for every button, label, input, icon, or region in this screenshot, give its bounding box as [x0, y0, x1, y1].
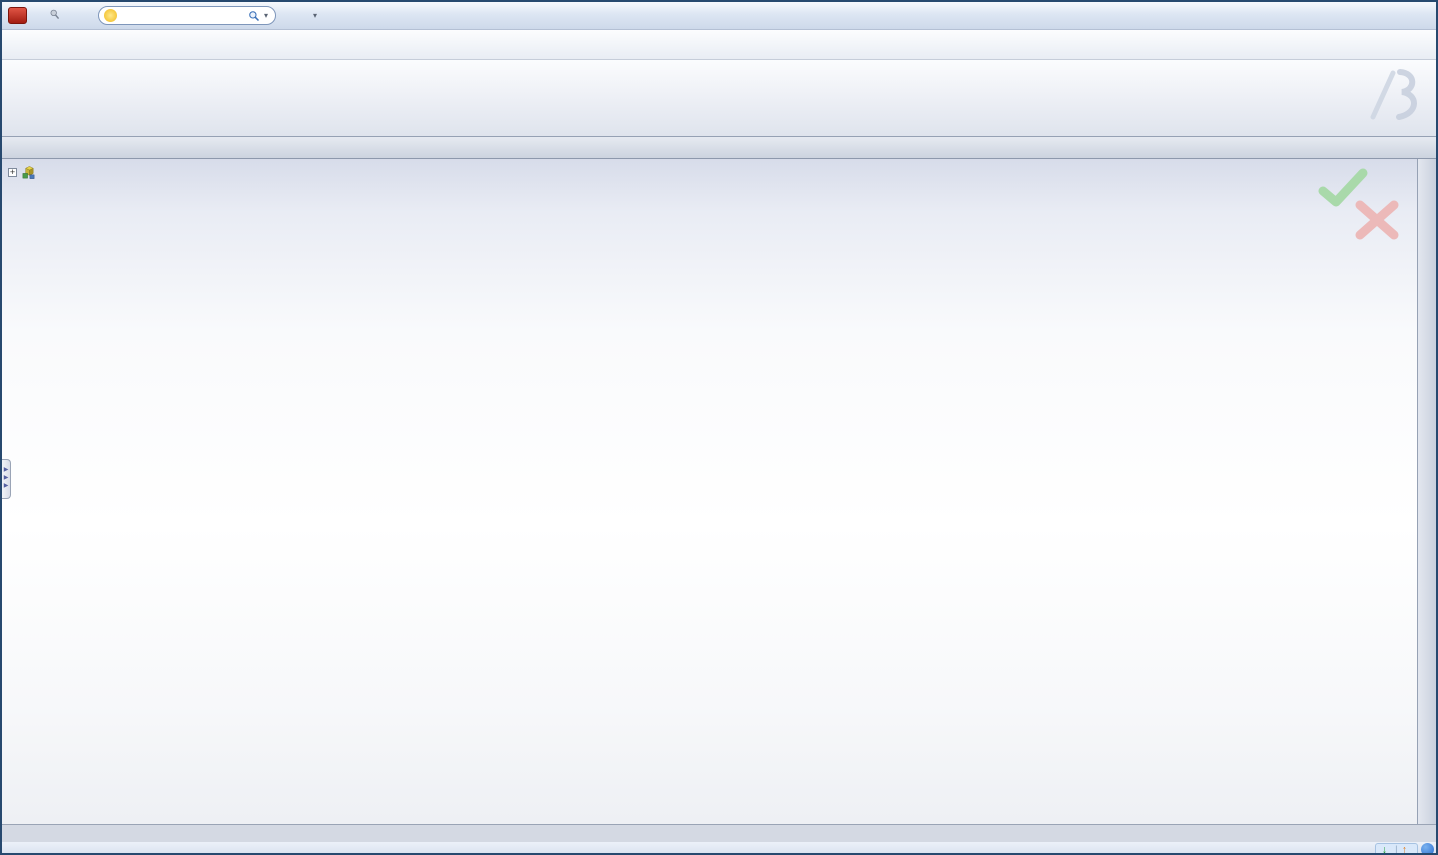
main-area: + ▶ ▶ ▶: [2, 159, 1436, 824]
pin-menu-icon[interactable]: [48, 8, 64, 24]
cancel-button[interactable]: [1353, 199, 1401, 241]
command-tab-row: [2, 137, 1436, 159]
standard-views-toolbar: [2, 30, 1436, 60]
search-dropdown-caret[interactable]: ▾: [264, 11, 268, 20]
task-pane-tab-strip: [1417, 159, 1436, 824]
app-logo: [6, 7, 40, 24]
solidworks-logo-icon: [8, 7, 27, 24]
download-arrow-icon: ↓: [1381, 843, 1388, 855]
titlebar-controls: ▾: [286, 7, 322, 24]
help-dropdown-caret[interactable]: ▾: [313, 11, 317, 20]
help-balloon-icon: [104, 9, 117, 22]
viewport-3d-model[interactable]: [2, 159, 1417, 824]
assembly-icon: [21, 165, 36, 180]
network-speed-indicator: ↓ | ↑: [1374, 842, 1418, 855]
upload-arrow-icon: ↑: [1401, 843, 1407, 855]
graphics-viewport[interactable]: + ▶ ▶ ▶: [2, 159, 1417, 824]
help-search-box[interactable]: ▾: [98, 6, 276, 25]
status-bar: ↓ | ↑: [2, 842, 1436, 855]
model-tab-bar: [2, 824, 1436, 842]
browser-tray-icon[interactable]: [1421, 843, 1434, 853]
feature-tree-root-node[interactable]: +: [8, 165, 40, 180]
help-button[interactable]: [286, 7, 310, 24]
tree-expand-icon[interactable]: +: [8, 168, 17, 177]
search-icon[interactable]: [248, 10, 260, 22]
command-manager-ribbon: [2, 60, 1436, 137]
title-bar: ▾ ▾: [2, 2, 1436, 30]
solidworks-window: ▾ ▾ + ▶ ▶ ▶ ↓ | ↑: [0, 0, 1438, 855]
panel-splitter-handle[interactable]: ▶ ▶ ▶: [2, 459, 11, 499]
dassault-systemes-logo: [1370, 69, 1417, 120]
